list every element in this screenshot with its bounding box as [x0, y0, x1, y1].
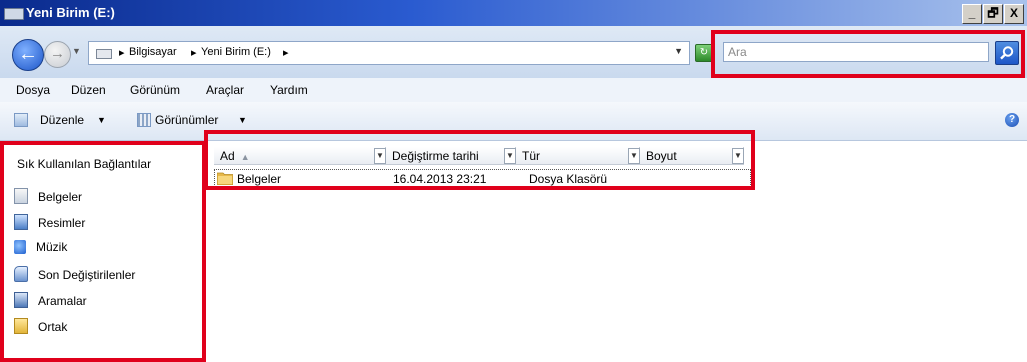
sidebar-item-label: Son Değiştirilenler [38, 268, 136, 282]
sidebar-item-label: Müzik [36, 240, 68, 254]
searches-icon [14, 292, 28, 308]
title-bar: Yeni Birim (E:) _ 🗗 X [0, 0, 1027, 26]
drive-icon [4, 8, 24, 20]
column-header-label: Tür [522, 149, 540, 163]
breadcrumb-computer[interactable]: Bilgisayar [129, 46, 177, 58]
column-header-modified[interactable]: Değiştirme tarihi ▼ [386, 147, 516, 165]
column-dropdown-icon[interactable]: ▼ [504, 148, 516, 164]
organize-button[interactable]: Düzenle [40, 113, 84, 127]
window-title: Yeni Birim (E:) [26, 5, 115, 20]
sidebar-item-ortak[interactable]: Ortak [14, 318, 67, 334]
views-dropdown-icon[interactable]: ▼ [238, 115, 247, 125]
favorite-links-title: Sık Kullanılan Bağlantılar [17, 157, 152, 171]
menu-duzen[interactable]: Düzen [71, 83, 106, 97]
sidebar-item-son-degistirilenler[interactable]: Son Değiştirilenler [14, 266, 135, 282]
navigation-bar: ← → ▼ ▸ Bilgisayar ▸ Yeni Birim (E:) ▸ ▼… [0, 26, 1027, 78]
pictures-icon [14, 214, 28, 230]
sidebar-item-aramalar[interactable]: Aramalar [14, 292, 87, 308]
column-header-type[interactable]: Tür ▼ [516, 147, 640, 165]
menu-araclar[interactable]: Araçlar [206, 83, 244, 97]
sidebar-item-label: Ortak [38, 320, 68, 334]
breadcrumb-drive[interactable]: Yeni Birim (E:) [201, 46, 271, 58]
sidebar-item-label: Belgeler [38, 190, 83, 204]
column-dropdown-icon[interactable]: ▼ [628, 148, 640, 164]
breadcrumb-separator-icon[interactable]: ▸ [191, 46, 197, 59]
sidebar-item-resimler[interactable]: Resimler [14, 214, 85, 230]
menu-gorunum[interactable]: Görünüm [130, 83, 180, 97]
favorite-links-pane: Sık Kullanılan Bağlantılar Belgeler Resi… [0, 141, 205, 362]
search-button[interactable] [995, 41, 1019, 65]
file-type: Dosya Klasörü [529, 172, 608, 186]
sidebar-item-label: Resimler [38, 216, 86, 230]
search-input[interactable] [723, 42, 989, 62]
menu-dosya[interactable]: Dosya [16, 83, 50, 97]
organize-icon [14, 113, 28, 127]
document-icon [14, 188, 28, 204]
address-dropdown-icon[interactable]: ▼ [674, 46, 683, 56]
views-icon [137, 113, 151, 127]
command-toolbar: Düzenle ▼ Görünümler ▼ ? [0, 102, 1027, 141]
table-row[interactable]: Belgeler 16.04.2013 23:21 Dosya Klasörü [214, 169, 751, 187]
folder-icon [217, 172, 233, 185]
column-header-label: Değiştirme tarihi [392, 149, 479, 163]
minimize-button[interactable]: _ [962, 4, 982, 24]
close-button[interactable]: X [1004, 4, 1024, 24]
drive-icon [96, 49, 112, 59]
sidebar-item-label: Aramalar [38, 294, 87, 308]
column-dropdown-icon[interactable]: ▼ [732, 148, 744, 164]
recent-icon [14, 266, 28, 282]
address-bar[interactable]: ▸ Bilgisayar ▸ Yeni Birim (E:) ▸ ▼ [88, 41, 690, 65]
forward-button[interactable]: → [44, 41, 71, 68]
search-icon [1000, 46, 1014, 60]
music-icon [14, 240, 26, 254]
refresh-icon[interactable]: ↻ [695, 44, 713, 62]
menu-yardim[interactable]: Yardım [270, 83, 308, 97]
breadcrumb-separator-icon[interactable]: ▸ [119, 46, 125, 59]
sidebar-item-belgeler[interactable]: Belgeler [14, 188, 82, 204]
back-button[interactable]: ← [12, 39, 44, 71]
column-header-size[interactable]: Boyut ▼ [640, 147, 744, 165]
breadcrumb-separator-icon[interactable]: ▸ [283, 46, 289, 59]
views-button[interactable]: Görünümler [155, 113, 218, 127]
maximize-button[interactable]: 🗗 [983, 4, 1003, 24]
sidebar-item-muzik[interactable]: Müzik [14, 240, 67, 254]
history-dropdown-icon[interactable]: ▼ [72, 46, 81, 56]
help-icon[interactable]: ? [1005, 113, 1019, 127]
organize-dropdown-icon[interactable]: ▼ [97, 115, 106, 125]
menu-bar: Dosya Düzen Görünüm Araçlar Yardım [0, 78, 1027, 102]
sort-arrow-icon: ▲ [240, 152, 250, 162]
file-list: Ad ▲ ▼ Değiştirme tarihi ▼ Tür ▼ Boyut ▼ … [206, 141, 1027, 362]
public-folder-icon [14, 318, 28, 334]
column-header-name[interactable]: Ad ▲ ▼ [214, 147, 386, 165]
file-modified: 16.04.2013 23:21 [393, 172, 487, 186]
column-header-label: Boyut [646, 149, 677, 163]
column-header-label: Ad [220, 149, 235, 163]
column-dropdown-icon[interactable]: ▼ [374, 148, 386, 164]
file-name: Belgeler [237, 172, 282, 186]
